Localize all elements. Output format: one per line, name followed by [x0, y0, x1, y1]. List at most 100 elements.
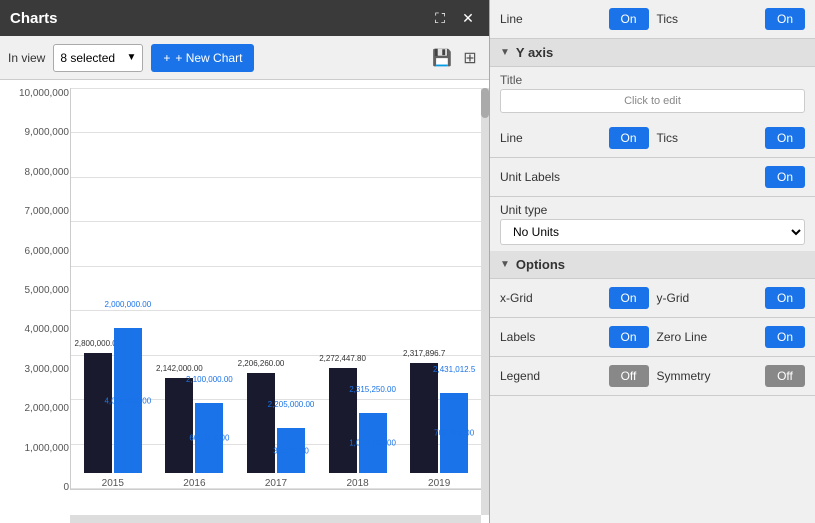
- print-button[interactable]: ⊞: [459, 47, 481, 69]
- y-axis-header-label: Y axis: [516, 45, 553, 60]
- left-panel: Charts ⛶ ✕ In view 8 selected ▼ + + New …: [0, 0, 490, 523]
- bar-blue-2017: 2,205,000.00 30,000.00: [277, 428, 305, 473]
- zero-line-toggle[interactable]: On: [765, 326, 805, 348]
- bar-blue-2019: 2,431,012.5 700,000.00: [440, 393, 468, 473]
- unit-labels-section: Unit Labels On: [490, 158, 815, 197]
- y-label-4m: 4,000,000: [4, 324, 69, 335]
- symmetry-toggle[interactable]: Off: [765, 365, 805, 387]
- scrollbar-thumb-right[interactable]: [481, 88, 489, 118]
- labels-toggle[interactable]: On: [609, 326, 649, 348]
- bar-year-2015: 2015: [102, 478, 124, 489]
- in-view-label: In view: [8, 51, 45, 65]
- bar-year-2018: 2018: [346, 478, 368, 489]
- grid-row: x-Grid On y-Grid On: [500, 287, 805, 309]
- y-axis-line-section: Line On Tics On: [490, 119, 815, 158]
- y-axis-labels: 10,000,000 9,000,000 8,000,000 7,000,000…: [4, 88, 69, 493]
- expand-button[interactable]: ⛶: [429, 7, 451, 29]
- options-header: ▼ Options: [490, 251, 815, 279]
- options-header-label: Options: [516, 257, 565, 272]
- bar-label-blue-mid-2018: 1,000,000.00: [349, 439, 396, 448]
- grid-section: x-Grid On y-Grid On: [490, 279, 815, 318]
- bar-dark-2016: 2,142,000.00: [165, 378, 193, 473]
- y-axis-tics-toggle[interactable]: On: [765, 127, 805, 149]
- bar-dark-2019: 2,317,896.7: [410, 363, 438, 473]
- bar-label-dark-2019: 2,317,896.7: [403, 349, 445, 358]
- y-label-6m: 6,000,000: [4, 246, 69, 257]
- zero-line-label: Zero Line: [657, 330, 758, 344]
- bar-label-blue-top-2016: 2,100,000.00: [186, 375, 233, 384]
- right-panel: Line On Tics On ▼ Y axis Title Click to …: [490, 0, 815, 523]
- x-axis-line-row: Line On Tics On: [500, 8, 805, 30]
- y-label-5m: 5,000,000: [4, 285, 69, 296]
- bar-label-blue-mid-2019: 700,000.00: [434, 429, 474, 438]
- bars-2018: 2,272,447.80 2,315,250.00 1,000,000.00: [326, 368, 390, 473]
- x-axis-line-label: Line: [500, 12, 601, 26]
- x-axis-tics-label: Tics: [657, 12, 758, 26]
- x-grid-label: x-Grid: [500, 291, 601, 305]
- bars-2015: 2,800,000.00 2,000,000.00 4,000,000.00: [81, 328, 145, 473]
- bar-dark-2017: 2,206,260.00: [247, 373, 275, 473]
- y-axis-arrow-icon: ▼: [500, 47, 510, 58]
- y-axis-title-label: Title: [490, 67, 815, 89]
- selected-dropdown[interactable]: 8 selected ▼: [53, 44, 143, 72]
- unit-labels-toggle[interactable]: On: [765, 166, 805, 188]
- save-button[interactable]: 💾: [431, 47, 453, 69]
- bar-blue-2015: 2,000,000.00 4,000,000.00: [114, 328, 142, 473]
- y-label-1m: 1,000,000: [4, 443, 69, 454]
- title-bar: Charts ⛶ ✕: [0, 0, 489, 36]
- unit-labels-label: Unit Labels: [500, 170, 757, 184]
- y-label-10m: 10,000,000: [4, 88, 69, 99]
- bar-label-blue-mid-2017: 30,000.00: [273, 446, 309, 455]
- bar-label-blue-mid-2015: 4,000,000.00: [104, 396, 151, 405]
- x-grid-toggle[interactable]: On: [609, 287, 649, 309]
- panel-title: Charts: [10, 10, 58, 27]
- y-label-2m: 2,000,000: [4, 403, 69, 414]
- y-label-0: 0: [4, 482, 69, 493]
- scrollbar-bottom[interactable]: [70, 515, 481, 523]
- chart-inner: 2,800,000.00 2,000,000.00 4,000,000.00 2…: [70, 88, 481, 490]
- labels-label: Labels: [500, 330, 601, 344]
- unit-labels-row: Unit Labels On: [500, 166, 805, 188]
- grid-line: [71, 221, 481, 222]
- title-bar-right: ⛶ ✕: [429, 7, 479, 29]
- bar-blue-2018: 2,315,250.00 1,000,000.00: [359, 413, 387, 473]
- legend-symmetry-section: Legend Off Symmetry Off: [490, 357, 815, 396]
- unit-type-select[interactable]: No Units: [500, 219, 805, 245]
- grid-line: [71, 132, 481, 133]
- labels-zeroline-row: Labels On Zero Line On: [500, 326, 805, 348]
- bar-group-2015: 2,800,000.00 2,000,000.00 4,000,000.00 2…: [81, 328, 145, 489]
- y-grid-toggle[interactable]: On: [765, 287, 805, 309]
- bar-label-blue-top-2019: 2,431,012.5: [433, 365, 475, 374]
- x-axis-line-toggle[interactable]: On: [609, 8, 649, 30]
- legend-toggle[interactable]: Off: [609, 365, 649, 387]
- y-axis-header: ▼ Y axis: [490, 39, 815, 67]
- symmetry-label: Symmetry: [657, 369, 758, 383]
- click-to-edit-button[interactable]: Click to edit: [500, 89, 805, 113]
- toolbar: In view 8 selected ▼ + + New Chart 💾 ⊞: [0, 36, 489, 80]
- bars-2017: 2,206,260.00 2,205,000.00 30,000.00: [244, 373, 308, 473]
- scrollbar-right[interactable]: [481, 88, 489, 515]
- selected-count: 8 selected: [60, 51, 115, 65]
- y-label-8m: 8,000,000: [4, 167, 69, 178]
- close-button[interactable]: ✕: [457, 7, 479, 29]
- y-axis-line-toggle[interactable]: On: [609, 127, 649, 149]
- y-line-label: Line: [500, 131, 601, 145]
- grid-line: [71, 177, 481, 178]
- unit-type-section: Unit type No Units: [490, 197, 815, 251]
- x-axis-tics-toggle[interactable]: On: [765, 8, 805, 30]
- new-chart-button[interactable]: + + New Chart: [151, 44, 254, 72]
- dropdown-arrow-icon: ▼: [126, 52, 136, 63]
- legend-label: Legend: [500, 369, 601, 383]
- title-section: Title Click to edit: [490, 67, 815, 113]
- bar-label-dark-2017: 2,206,260.00: [238, 359, 285, 368]
- y-tics-label: Tics: [657, 131, 758, 145]
- bar-year-2017: 2017: [265, 478, 287, 489]
- y-axis-line-row: Line On Tics On: [500, 127, 805, 149]
- bar-label-blue-top-2018: 2,315,250.00: [349, 385, 396, 394]
- bar-group-2018: 2,272,447.80 2,315,250.00 1,000,000.00 2…: [326, 368, 390, 489]
- bar-label-blue-top-2015: 2,000,000.00: [104, 300, 151, 309]
- options-arrow-icon: ▼: [500, 259, 510, 270]
- grid-line: [71, 310, 481, 311]
- y-label-3m: 3,000,000: [4, 364, 69, 375]
- y-label-9m: 9,000,000: [4, 127, 69, 138]
